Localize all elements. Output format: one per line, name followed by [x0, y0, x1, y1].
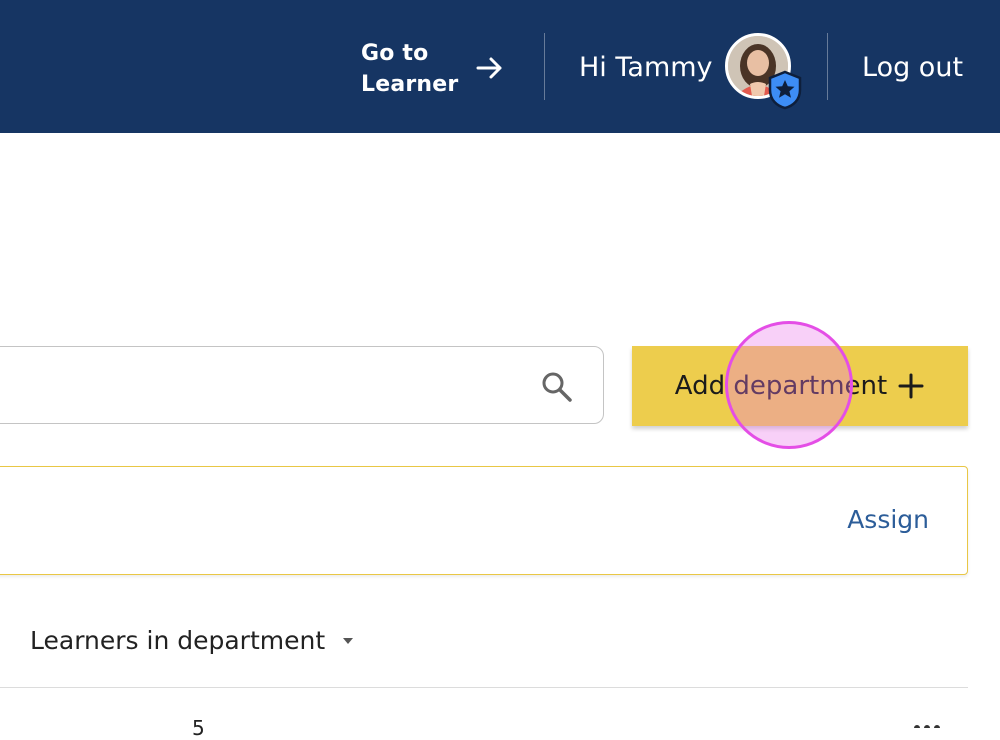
- column-header-label: Learners in department: [30, 626, 326, 655]
- plus-icon: [898, 373, 924, 399]
- user-greeting: Hi Tammy: [579, 52, 713, 83]
- top-navigation-bar: Go to Learner Hi Tammy Log out: [0, 0, 1000, 133]
- shield-star-icon: [768, 70, 802, 110]
- arrow-right-icon: [476, 57, 502, 79]
- search-icon[interactable]: [539, 369, 575, 405]
- go-to-learner-label: Go to Learner: [361, 41, 459, 97]
- add-department-button[interactable]: Add department: [632, 346, 968, 426]
- column-header-learners[interactable]: Learners in department: [30, 626, 355, 655]
- more-options-icon[interactable]: [912, 716, 942, 728]
- assign-link[interactable]: Assign: [847, 505, 929, 534]
- caret-down-icon: [343, 637, 354, 644]
- logout-button[interactable]: Log out: [862, 50, 963, 86]
- go-to-learner-link[interactable]: Go to Learner: [361, 38, 511, 100]
- header-divider: [827, 33, 828, 100]
- header-divider: [544, 33, 545, 100]
- add-department-label: Add department: [674, 371, 888, 401]
- assign-banner: Assign: [0, 466, 968, 575]
- search-input[interactable]: [0, 346, 604, 424]
- table-row-divider: [0, 687, 968, 688]
- learner-count: 5: [192, 716, 205, 740]
